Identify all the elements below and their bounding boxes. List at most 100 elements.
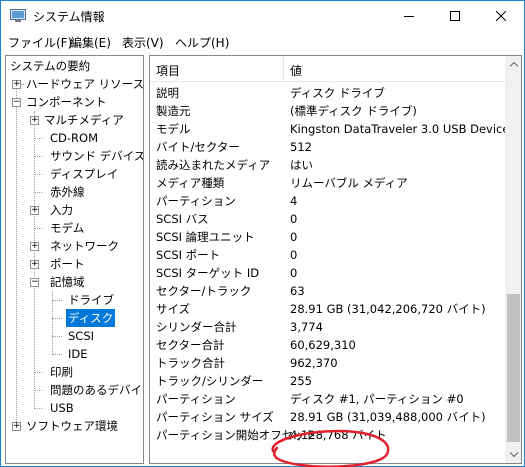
detail-value: 0: [290, 248, 298, 262]
tree-connector: [34, 372, 42, 373]
detail-item: パーティション: [156, 194, 236, 208]
expand-plus-icon[interactable]: +: [30, 206, 39, 215]
tree-item-label: ポート: [50, 257, 85, 271]
detail-item: SCSI 論理ユニット: [156, 230, 255, 244]
minimize-icon: [404, 16, 414, 17]
detail-item: サイズ: [156, 302, 191, 316]
detail-row[interactable]: トラック合計 962,370: [150, 354, 505, 372]
tree-item-label: 問題のあるデバイス: [50, 383, 144, 397]
column-divider[interactable]: [283, 56, 284, 82]
detail-value: はい: [290, 158, 313, 172]
detail-item: SCSI ターゲット ID: [156, 266, 260, 280]
tree-item-label: 記憶域: [50, 275, 85, 289]
title-bar[interactable]: システム情報: [1, 1, 524, 31]
detail-row[interactable]: パーティション ディスク #1, パーティション #0: [150, 390, 505, 408]
expand-plus-icon[interactable]: +: [12, 422, 21, 431]
collapse-minus-icon[interactable]: −: [12, 98, 21, 107]
detail-item: モデル: [156, 122, 191, 136]
detail-row[interactable]: セクター/トラック 63: [150, 282, 505, 300]
tree-item-label: ネットワーク: [50, 239, 119, 253]
detail-row[interactable]: SCSI 論理ユニット 0: [150, 228, 505, 246]
detail-item: シリンダー合計: [156, 320, 237, 334]
detail-row[interactable]: バイト/セクター 512: [150, 138, 505, 156]
expand-plus-icon[interactable]: +: [12, 80, 21, 89]
menu-help[interactable]: ヘルプ(H): [175, 34, 229, 51]
close-button[interactable]: [478, 1, 524, 31]
tree-item-label: 印刷: [50, 365, 73, 379]
category-tree[interactable]: システムの要約 + ハードウェア リソース − コンポーネント + マルチメディ…: [5, 55, 144, 464]
column-header-item[interactable]: 項目: [156, 62, 180, 79]
menu-bar: ファイル(F) 編集(E) 表示(V) ヘルプ(H): [1, 31, 524, 53]
minimize-button[interactable]: [386, 1, 432, 31]
expand-plus-icon[interactable]: +: [30, 242, 39, 251]
detail-row[interactable]: シリンダー合計 3,774: [150, 318, 505, 336]
menu-view[interactable]: 表示(V): [122, 34, 164, 51]
detail-item: パーティション: [156, 392, 236, 406]
maximize-button[interactable]: [432, 1, 478, 31]
tree-item-label: ディスク: [66, 309, 116, 327]
collapse-minus-icon[interactable]: −: [30, 278, 39, 287]
detail-item: 製造元: [156, 104, 191, 118]
detail-item: メディア種類: [156, 176, 225, 190]
detail-row[interactable]: メディア種類 リムーバブル メディア: [150, 174, 505, 192]
tree-connector: [52, 318, 62, 319]
tree-item-label: 入力: [50, 203, 73, 217]
chevron-down-icon: [509, 452, 518, 457]
detail-row[interactable]: パーティション サイズ 28.91 GB (31,039,488,000 バイト): [150, 408, 505, 426]
detail-item: セクター合計: [156, 338, 225, 352]
menu-file[interactable]: ファイル(F): [8, 34, 72, 51]
scroll-up-button[interactable]: [505, 56, 521, 73]
menu-edit[interactable]: 編集(E): [70, 34, 111, 51]
detail-value: 63: [290, 284, 305, 298]
tree-connector: [34, 192, 42, 193]
scroll-down-button[interactable]: [505, 446, 521, 463]
detail-row[interactable]: サイズ 28.91 GB (31,042,206,720 バイト): [150, 300, 505, 318]
detail-value: 0: [290, 230, 298, 244]
expand-plus-icon[interactable]: +: [30, 116, 39, 125]
detail-row[interactable]: セクター合計 60,629,310: [150, 336, 505, 354]
detail-row[interactable]: SCSI バス 0: [150, 210, 505, 228]
tree-item-label: マルチメディア: [44, 113, 124, 127]
detail-row[interactable]: モデル Kingston DataTraveler 3.0 USB Device: [150, 120, 509, 138]
detail-item: SCSI バス: [156, 212, 209, 226]
tree-connector: [34, 156, 42, 157]
system-info-app-icon: [10, 9, 26, 23]
detail-row[interactable]: 読み込まれたメディア はい: [150, 156, 505, 174]
detail-row[interactable]: 説明 ディスク ドライブ: [150, 84, 505, 102]
tree-connector: [34, 174, 42, 175]
detail-value: 0: [290, 212, 298, 226]
detail-row[interactable]: パーティション 4: [150, 192, 505, 210]
detail-value: 512: [290, 140, 312, 154]
detail-item: SCSI ポート: [156, 248, 221, 262]
tree-connector: [16, 84, 17, 426]
column-header-value[interactable]: 値: [290, 62, 302, 79]
tree-connector: [52, 354, 62, 355]
tree-item-label: SCSI: [68, 329, 95, 343]
tree-item-label: IDE: [68, 347, 88, 361]
detail-row[interactable]: SCSI ターゲット ID 0: [150, 264, 505, 282]
detail-value: 962,370: [290, 356, 338, 370]
detail-row[interactable]: 製造元 (標準ディスク ドライブ): [150, 102, 505, 120]
tree-item-label: ハードウェア リソース: [26, 77, 144, 91]
detail-value: ディスク #1, パーティション #0: [290, 392, 464, 406]
detail-item: トラック合計: [156, 356, 225, 370]
maximize-icon: [450, 11, 460, 21]
vertical-scrollbar[interactable]: [505, 56, 521, 463]
scrollbar-thumb[interactable]: [507, 294, 520, 442]
tree-connector: [34, 138, 42, 139]
tree-connector: [34, 390, 42, 391]
window-title: システム情報: [33, 10, 105, 24]
detail-item: トラック/シリンダー: [156, 374, 264, 388]
detail-row[interactable]: SCSI ポート 0: [150, 246, 505, 264]
expand-plus-icon[interactable]: +: [30, 260, 39, 269]
column-header-bar: 項目 値: [150, 56, 505, 82]
detail-value: Kingston DataTraveler 3.0 USB Device: [290, 122, 510, 136]
tree-item-label: 赤外線: [50, 185, 85, 199]
detail-row[interactable]: パーティション開始オフセット 4,128,768 バイト: [150, 426, 505, 444]
details-list-view[interactable]: 項目 値 説明 ディスク ドライブ 製造元 (標準ディスク ドライブ) モデル Kin…: [149, 55, 522, 464]
detail-value: (標準ディスク ドライブ): [290, 104, 417, 118]
detail-value: 4: [290, 194, 298, 208]
tree-item-label: サウンド デバイス: [50, 149, 144, 163]
detail-row[interactable]: トラック/シリンダー 255: [150, 372, 505, 390]
detail-value: 0: [290, 266, 298, 280]
